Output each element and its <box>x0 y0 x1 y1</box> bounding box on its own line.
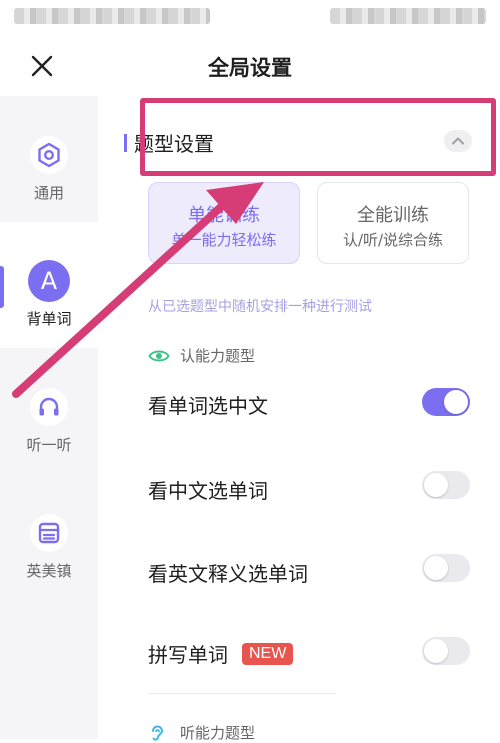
group-title: 听能力题型 <box>180 724 256 742</box>
option-toggle[interactable] <box>422 388 470 416</box>
option-row-label: 看单词选中文 <box>148 394 268 418</box>
sidebar-item-label: 听一听 <box>26 436 72 454</box>
option-toggle[interactable] <box>422 471 470 499</box>
status-bar <box>0 0 500 34</box>
headphones-icon <box>28 386 70 428</box>
divider <box>148 693 336 694</box>
toggle-knob <box>424 639 448 663</box>
eye-icon <box>148 347 170 365</box>
sidebar-item-label: 通用 <box>33 184 64 202</box>
group-header-listening: 听能力题型 <box>148 722 255 743</box>
active-indicator <box>0 266 4 308</box>
option-row-label: 看英文释义选单词 <box>148 562 308 586</box>
toggle-knob <box>424 556 448 580</box>
mode-card-single[interactable]: 单能训练 单一能力轻松练 <box>148 182 300 264</box>
status-bar-right-blur <box>330 8 486 24</box>
option-toggle[interactable] <box>422 554 470 582</box>
sidebar: 通用 A 背单词 听一听 英美镇 <box>0 96 98 739</box>
sidebar-item-town[interactable]: 英美镇 <box>0 474 98 600</box>
option-toggle[interactable] <box>422 637 470 665</box>
annotation-highlight-box <box>140 98 496 176</box>
option-row: 拼写单词 NEW <box>148 639 294 668</box>
avatar-icon: A <box>28 260 70 302</box>
mode-title: 单能训练 <box>188 205 260 226</box>
toggle-knob <box>424 473 448 497</box>
header: 全局设置 <box>0 34 500 96</box>
mode-description: 从已选题型中随机安排一种进行测试 <box>148 299 372 315</box>
sidebar-item-listening[interactable]: 听一听 <box>0 348 98 474</box>
mode-card-all[interactable]: 全能训练 认/听/说综合练 <box>317 182 469 264</box>
page-title: 全局设置 <box>208 56 292 80</box>
group-title: 认能力题型 <box>180 347 256 365</box>
toggle-knob <box>444 390 468 414</box>
settings-hexagon-icon <box>28 134 70 176</box>
mode-subtitle: 认/听/说综合练 <box>342 231 444 249</box>
sidebar-item-label: 背单词 <box>26 310 72 328</box>
main-panel: 题型设置 单能训练 单一能力轻松练 全能训练 认/听/说综合练 从已选题型中随机… <box>98 96 500 742</box>
mode-subtitle: 单一能力轻松练 <box>171 231 277 249</box>
section-accent-bar <box>124 134 127 152</box>
new-badge: NEW <box>242 642 294 665</box>
mode-title: 全能训练 <box>357 205 429 226</box>
sidebar-item-general[interactable]: 通用 <box>0 96 98 222</box>
book-icon <box>28 512 70 554</box>
option-row-label: 看中文选单词 <box>148 479 268 503</box>
status-bar-left-blur <box>14 8 210 24</box>
group-header-recognition: 认能力题型 <box>148 345 255 366</box>
sidebar-item-label: 英美镇 <box>26 562 72 580</box>
avatar: A <box>28 260 70 302</box>
option-row-label: 拼写单词 <box>148 643 228 667</box>
sidebar-item-vocabulary[interactable]: A 背单词 <box>0 222 98 348</box>
